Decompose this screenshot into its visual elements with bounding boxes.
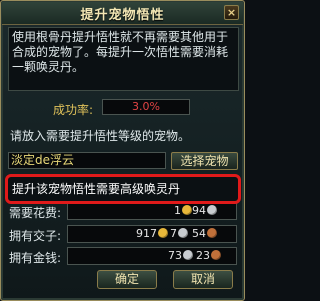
confirm-button[interactable]: 确定 (97, 270, 157, 289)
cost-gold: 1 (174, 203, 192, 219)
money-box: 73 23 (67, 247, 237, 265)
select-pet-button[interactable]: 选择宠物 (171, 152, 238, 170)
pet-savvy-window: 提升宠物悟性 × 使用根骨丹提升悟性就不再需要其他用于合成的宠物了。每提升一次悟… (0, 0, 245, 301)
money-silver: 73 (168, 248, 193, 264)
cost-silver: 94 (192, 203, 217, 219)
instruction-text: 请放入需要提升悟性等级的宠物。 (10, 129, 191, 143)
copper-coin-icon (211, 250, 221, 260)
jiaozi-label: 拥有交子: (9, 229, 62, 243)
silver-coin-icon (178, 228, 188, 238)
success-rate-label: 成功率: (53, 103, 94, 117)
silver-coin-icon (183, 250, 193, 260)
description-text: 使用根骨丹提升悟性就不再需要其他用于合成的宠物了。每提升一次悟性需要消耗一颗唤灵… (8, 27, 239, 91)
gold-coin-icon (158, 228, 168, 238)
success-rate-value: 3.0% (102, 99, 190, 115)
money-copper: 23 (196, 248, 221, 264)
gold-coin-icon (182, 205, 192, 215)
jiaozi-box: 917 7 54 (67, 225, 237, 243)
pet-name-field[interactable]: 淡定de浮云 (8, 152, 166, 169)
jiaozi-silver: 7 (170, 226, 188, 242)
cost-label: 需要花费: (9, 206, 62, 220)
silver-coin-icon (207, 205, 217, 215)
cancel-button[interactable]: 取消 (173, 270, 233, 289)
close-icon[interactable]: × (224, 5, 239, 20)
money-label: 拥有金钱: (9, 251, 62, 265)
window-title: 提升宠物悟性 (80, 8, 165, 23)
copper-coin-icon (207, 228, 217, 238)
cost-box: 1 94 (67, 202, 237, 220)
requirement-tip: 提升该宠物悟性需要高级唤灵丹 (5, 174, 241, 204)
jiaozi-gold: 917 (136, 226, 168, 242)
jiaozi-copper: 54 (192, 226, 217, 242)
title-bar[interactable]: 提升宠物悟性 × (2, 2, 243, 25)
